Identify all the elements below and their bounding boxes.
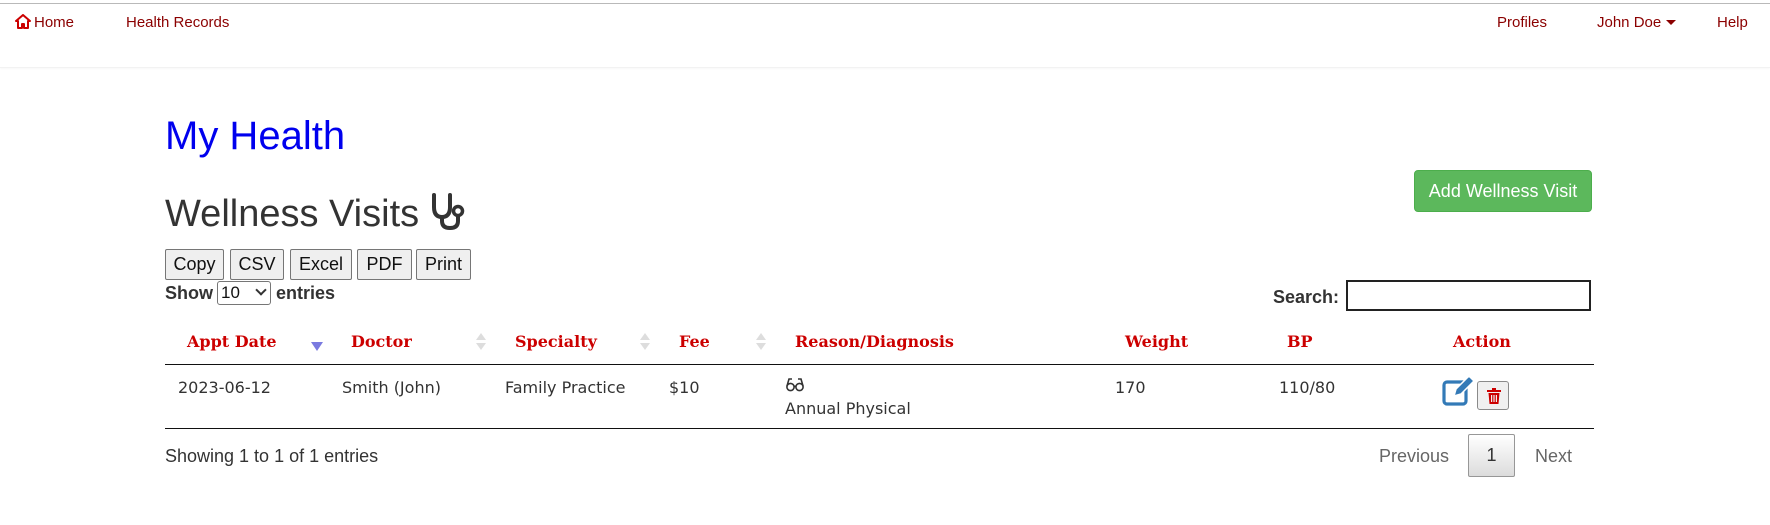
top-navbar: Home Health Records Profiles John Doe He… [0,4,1770,68]
user-name: John Doe [1597,14,1662,31]
sort-icon [756,333,766,351]
print-button[interactable]: Print [416,249,471,280]
cell-appt-date: 2023-06-12 [178,378,271,397]
glasses-icon [786,378,804,392]
show-label: Show [165,283,213,303]
delete-button[interactable] [1477,381,1509,410]
header-bp: BP [1287,332,1313,351]
header-fee[interactable]: Fee [679,332,710,351]
entries-per-page-select[interactable]: 10 [217,281,271,305]
pagination-page-1[interactable]: 1 [1468,434,1515,477]
cell-weight: 170 [1115,378,1146,397]
entries-per-page-value: 10 [221,283,240,302]
chevron-down-icon [255,284,267,296]
section-title-text: Wellness Visits [165,193,420,235]
cell-doctor: Smith (John) [342,378,441,397]
nav-health-records-link[interactable]: Health Records [126,14,229,31]
nav-home-link[interactable]: Home [15,14,74,31]
sort-icon [640,333,650,351]
trash-icon [1487,388,1501,404]
sort-icon [476,333,486,351]
nav-help-link[interactable]: Help [1717,14,1748,31]
sort-desc-icon [311,342,323,351]
cell-fee: $10 [669,378,700,397]
caret-down-icon [1666,20,1677,25]
stethoscope-icon [432,193,465,231]
edit-button[interactable] [1441,375,1475,407]
excel-button[interactable]: Excel [290,249,352,280]
entries-label: entries [276,283,336,303]
header-appt-date[interactable]: Appt Date [187,332,277,351]
pagination-previous[interactable]: Previous [1379,446,1449,467]
section-title: Wellness Visits [165,192,467,236]
search-input[interactable] [1346,280,1591,311]
pagination-next[interactable]: Next [1535,446,1572,467]
header-reason-diagnosis: Reason/Diagnosis [795,332,954,351]
header-weight: Weight [1125,332,1189,351]
pdf-button[interactable]: PDF [357,249,412,280]
cell-bp: 110/80 [1279,378,1336,397]
add-wellness-visit-button[interactable]: Add Wellness Visit [1414,170,1592,212]
table-info: Showing 1 to 1 of 1 entries [165,446,379,466]
header-doctor[interactable]: Doctor [351,332,412,351]
cell-reason: Annual Physical [785,399,911,418]
header-action: Action [1453,332,1511,351]
page-title: My Health [165,114,346,158]
home-icon [15,14,31,29]
search-label: Search: [1273,287,1340,307]
nav-profiles-link[interactable]: Profiles [1497,14,1547,31]
table-header-divider [165,364,1594,365]
header-specialty[interactable]: Specialty [515,332,597,351]
copy-button[interactable]: Copy [165,249,224,280]
nav-home-label: Home [34,14,75,31]
cell-specialty: Family Practice [505,378,626,397]
table-bottom-divider [165,428,1594,429]
user-menu-dropdown[interactable]: John Doe [1597,14,1677,31]
edit-icon [1442,375,1475,406]
csv-button[interactable]: CSV [230,249,284,280]
